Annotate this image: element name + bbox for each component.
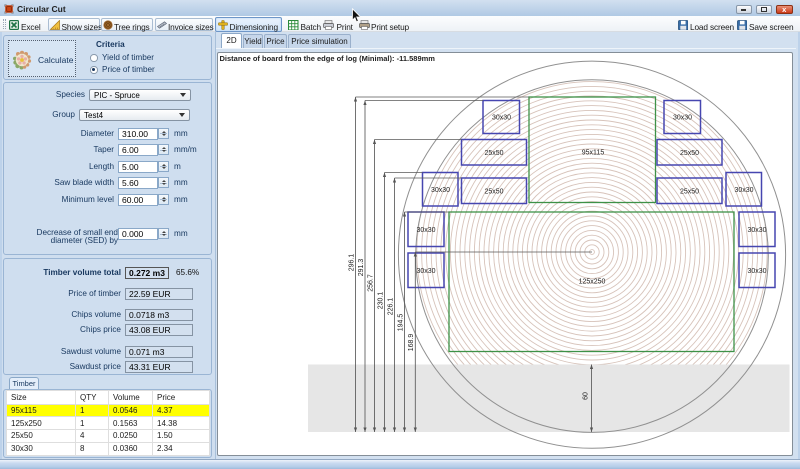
svg-text:25x50: 25x50 [484,150,503,157]
svg-text:194.5: 194.5 [398,313,405,331]
svg-text:95x115: 95x115 [582,149,605,156]
svg-text:30x30: 30x30 [747,268,766,275]
svg-text:226.1: 226.1 [388,297,395,315]
svg-text:Distance of board from the edg: Distance of board from the edge of log (… [220,54,436,63]
svg-text:30x30: 30x30 [431,187,450,194]
svg-text:60: 60 [583,392,590,400]
svg-text:291.3: 291.3 [358,258,365,276]
svg-text:168.9: 168.9 [408,333,415,351]
svg-text:30x30: 30x30 [734,187,753,194]
svg-text:30x30: 30x30 [492,114,511,121]
svg-text:296.1: 296.1 [349,253,356,271]
svg-text:25x50: 25x50 [680,188,699,195]
svg-text:125x250: 125x250 [579,278,606,285]
svg-text:30x30: 30x30 [747,227,766,234]
svg-text:230.1: 230.1 [378,291,385,309]
svg-text:256.7: 256.7 [368,274,375,292]
svg-text:25x50: 25x50 [484,188,503,195]
svg-text:30x30: 30x30 [416,227,435,234]
svg-text:25x50: 25x50 [680,150,699,157]
svg-text:30x30: 30x30 [673,114,692,121]
svg-text:30x30: 30x30 [416,268,435,275]
